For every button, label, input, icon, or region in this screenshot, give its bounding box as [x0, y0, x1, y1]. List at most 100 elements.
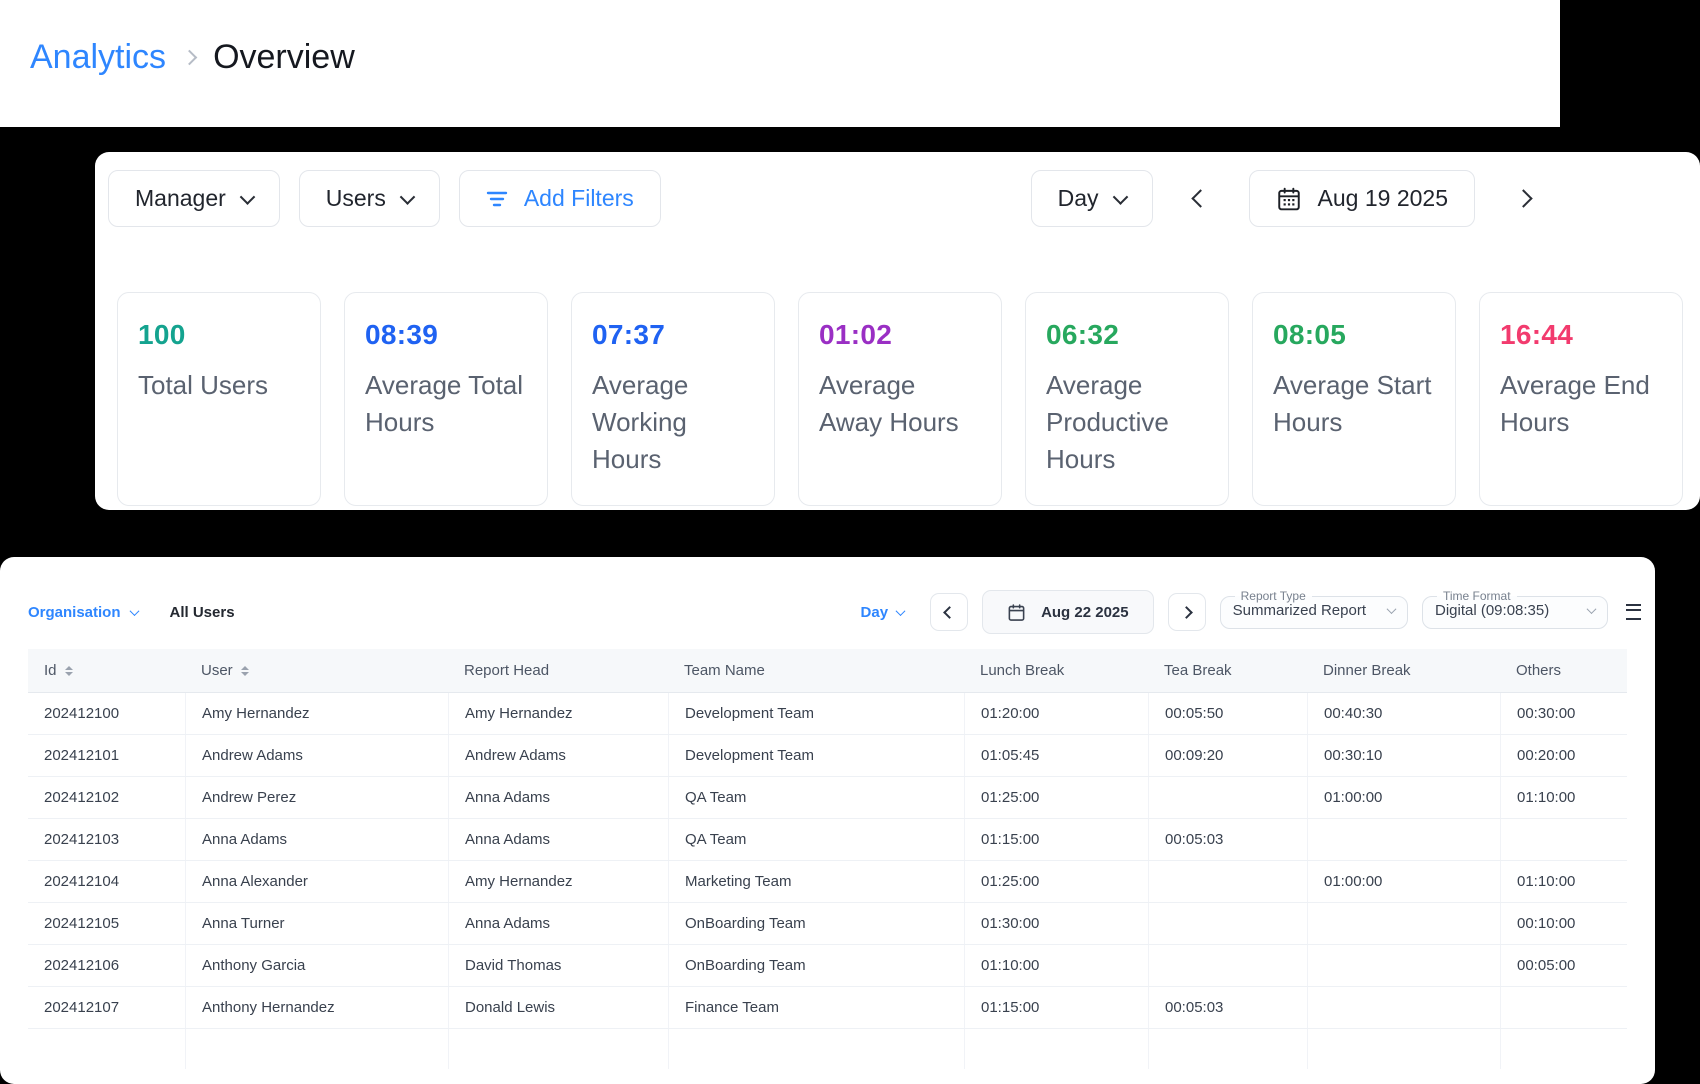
stat-label: Average Total Hours	[365, 367, 527, 441]
table-cell-empty	[1500, 1029, 1627, 1069]
table-cell-empty	[28, 1029, 185, 1069]
stat-label: Average Away Hours	[819, 367, 981, 441]
stat-card: 06:32Average Productive Hours	[1025, 292, 1229, 506]
next-day-button[interactable]	[1501, 170, 1545, 227]
table-cell: 01:25:00	[964, 861, 1148, 902]
table-cell: 202412100	[28, 693, 185, 734]
table-cell: 01:15:00	[964, 819, 1148, 860]
column-header-lunch-break: Lunch Break	[964, 649, 1148, 692]
table-row[interactable]: 202412107Anthony HernandezDonald LewisFi…	[28, 987, 1627, 1029]
table-cell	[1148, 777, 1307, 818]
table-cell: 00:10:00	[1500, 903, 1627, 944]
stat-value: 100	[138, 319, 300, 351]
report-date-picker-button[interactable]: Aug 22 2025	[982, 590, 1154, 634]
page: { "breadcrumb": { "section": "Analytics"…	[0, 0, 1700, 1084]
overview-panel: Manager Users Add Filters Day	[95, 152, 1700, 510]
users-dropdown[interactable]: Users	[299, 170, 440, 227]
chevron-left-icon	[943, 606, 956, 619]
report-type-value: Summarized Report	[1233, 602, 1366, 619]
users-dropdown-label: Users	[326, 185, 386, 212]
report-period-label: Day	[861, 604, 889, 621]
table-row[interactable]: 202412106Anthony GarciaDavid ThomasOnBoa…	[28, 945, 1627, 987]
table-cell: Amy Hernandez	[448, 861, 668, 902]
table-cell: 01:00:00	[1307, 861, 1500, 902]
add-filters-button[interactable]: Add Filters	[459, 170, 661, 227]
report-panel: Organisation All Users Day Aug 22 2025	[0, 557, 1655, 1084]
time-format-select[interactable]: Time Format Digital (09:08:35)	[1422, 589, 1608, 629]
table-cell: Anthony Garcia	[185, 945, 448, 986]
manager-dropdown-label: Manager	[135, 185, 226, 212]
period-dropdown-label: Day	[1058, 185, 1099, 212]
column-header-tea-break: Tea Break	[1148, 649, 1307, 692]
sort-icon	[241, 666, 249, 676]
menu-icon[interactable]	[1626, 604, 1641, 620]
table-cell: 202412103	[28, 819, 185, 860]
table-header-row: IdUserReport HeadTeam NameLunch BreakTea…	[28, 649, 1627, 693]
column-label: Id	[44, 662, 57, 679]
chevron-down-icon	[896, 606, 906, 616]
table-cell: QA Team	[668, 819, 964, 860]
chevron-down-icon	[1112, 189, 1128, 205]
table-cell	[1148, 903, 1307, 944]
report-table: IdUserReport HeadTeam NameLunch BreakTea…	[28, 649, 1627, 1069]
table-cell: 202412106	[28, 945, 185, 986]
table-cell: Development Team	[668, 735, 964, 776]
date-picker-button[interactable]: Aug 19 2025	[1249, 170, 1475, 227]
sort-down-arrow	[65, 672, 73, 676]
manager-dropdown[interactable]: Manager	[108, 170, 280, 227]
table-cell: 01:30:00	[964, 903, 1148, 944]
overview-toolbar: Manager Users Add Filters Day	[95, 152, 1700, 227]
column-header-user[interactable]: User	[185, 649, 448, 692]
table-cell: Amy Hernandez	[185, 693, 448, 734]
table-cell: QA Team	[668, 777, 964, 818]
column-header-id[interactable]: Id	[28, 649, 185, 692]
time-format-value: Digital (09:08:35)	[1435, 602, 1549, 619]
report-controls: Day Aug 22 2025 Report Type	[861, 590, 1641, 634]
table-cell: David Thomas	[448, 945, 668, 986]
table-row[interactable]: 202412101Andrew AdamsAndrew AdamsDevelop…	[28, 735, 1627, 777]
column-header-dinner-break: Dinner Break	[1307, 649, 1500, 692]
table-cell: 01:10:00	[964, 945, 1148, 986]
stat-card: 07:37Average Working Hours	[571, 292, 775, 506]
table-cell: 00:05:03	[1148, 987, 1307, 1028]
time-format-label: Time Format	[1437, 589, 1517, 603]
table-cell-empty	[1148, 1029, 1307, 1069]
table-row[interactable]: 202412104Anna AlexanderAmy HernandezMark…	[28, 861, 1627, 903]
add-filters-label: Add Filters	[524, 185, 634, 212]
chevron-right-icon	[1514, 189, 1532, 207]
report-type-select[interactable]: Report Type Summarized Report	[1220, 589, 1408, 629]
organisation-dropdown[interactable]: Organisation	[28, 604, 138, 621]
stat-card: 08:39Average Total Hours	[344, 292, 548, 506]
table-row[interactable]: 202412100Amy HernandezAmy HernandezDevel…	[28, 693, 1627, 735]
chevron-right-icon	[1180, 606, 1193, 619]
sort-icon	[65, 666, 73, 676]
column-header-report-head: Report Head	[448, 649, 668, 692]
scope-label: All Users	[170, 604, 235, 621]
table-cell-empty	[668, 1029, 964, 1069]
report-previous-day-button[interactable]	[930, 593, 968, 631]
report-date-label: Aug 22 2025	[1041, 604, 1129, 621]
table-cell	[1500, 987, 1627, 1028]
table-row[interactable]: 202412103Anna AdamsAnna AdamsQA Team01:1…	[28, 819, 1627, 861]
previous-day-button[interactable]	[1179, 170, 1223, 227]
report-period-dropdown[interactable]: Day	[861, 604, 905, 621]
breadcrumb-analytics-link[interactable]: Analytics	[30, 38, 166, 77]
column-label: Tea Break	[1164, 662, 1232, 679]
stat-value: 06:32	[1046, 319, 1208, 351]
table-row[interactable]: 202412105Anna TurnerAnna AdamsOnBoarding…	[28, 903, 1627, 945]
table-cell: 01:00:00	[1307, 777, 1500, 818]
table-cell: 00:05:50	[1148, 693, 1307, 734]
stat-label: Total Users	[138, 367, 300, 404]
stat-card: 16:44Average End Hours	[1479, 292, 1683, 506]
page-title: Overview	[213, 38, 355, 77]
table-cell	[1148, 861, 1307, 902]
table-cell	[1307, 903, 1500, 944]
period-dropdown[interactable]: Day	[1031, 170, 1153, 227]
report-next-day-button[interactable]	[1168, 593, 1206, 631]
table-cell	[1307, 987, 1500, 1028]
table-cell: 202412107	[28, 987, 185, 1028]
table-row[interactable]: 202412102Andrew PerezAnna AdamsQA Team01…	[28, 777, 1627, 819]
table-cell	[1307, 945, 1500, 986]
column-label: Others	[1516, 662, 1561, 679]
breadcrumb-chevron-icon	[182, 50, 198, 66]
